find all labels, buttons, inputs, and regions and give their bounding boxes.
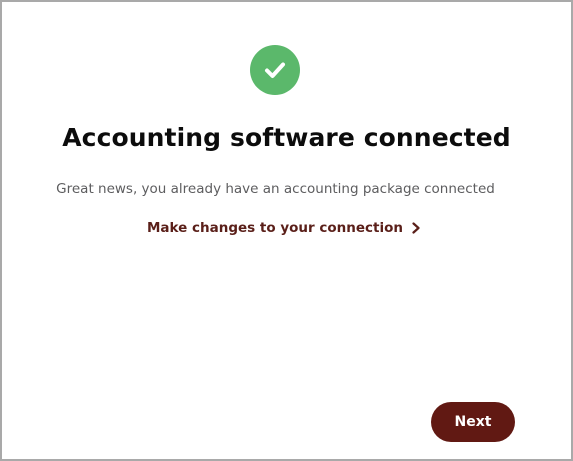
check-circle-icon (250, 45, 300, 95)
status-message: Great news, you already have an accounti… (56, 181, 495, 197)
page-title: Accounting software connected (62, 123, 511, 152)
checkmark-icon (265, 62, 285, 78)
connection-dialog: Accounting software connected Great news… (0, 0, 573, 461)
next-button[interactable]: Next (431, 402, 515, 442)
make-changes-link-label: Make changes to your connection (147, 220, 403, 236)
chevron-right-icon (412, 222, 420, 234)
make-changes-link[interactable]: Make changes to your connection (147, 220, 421, 236)
